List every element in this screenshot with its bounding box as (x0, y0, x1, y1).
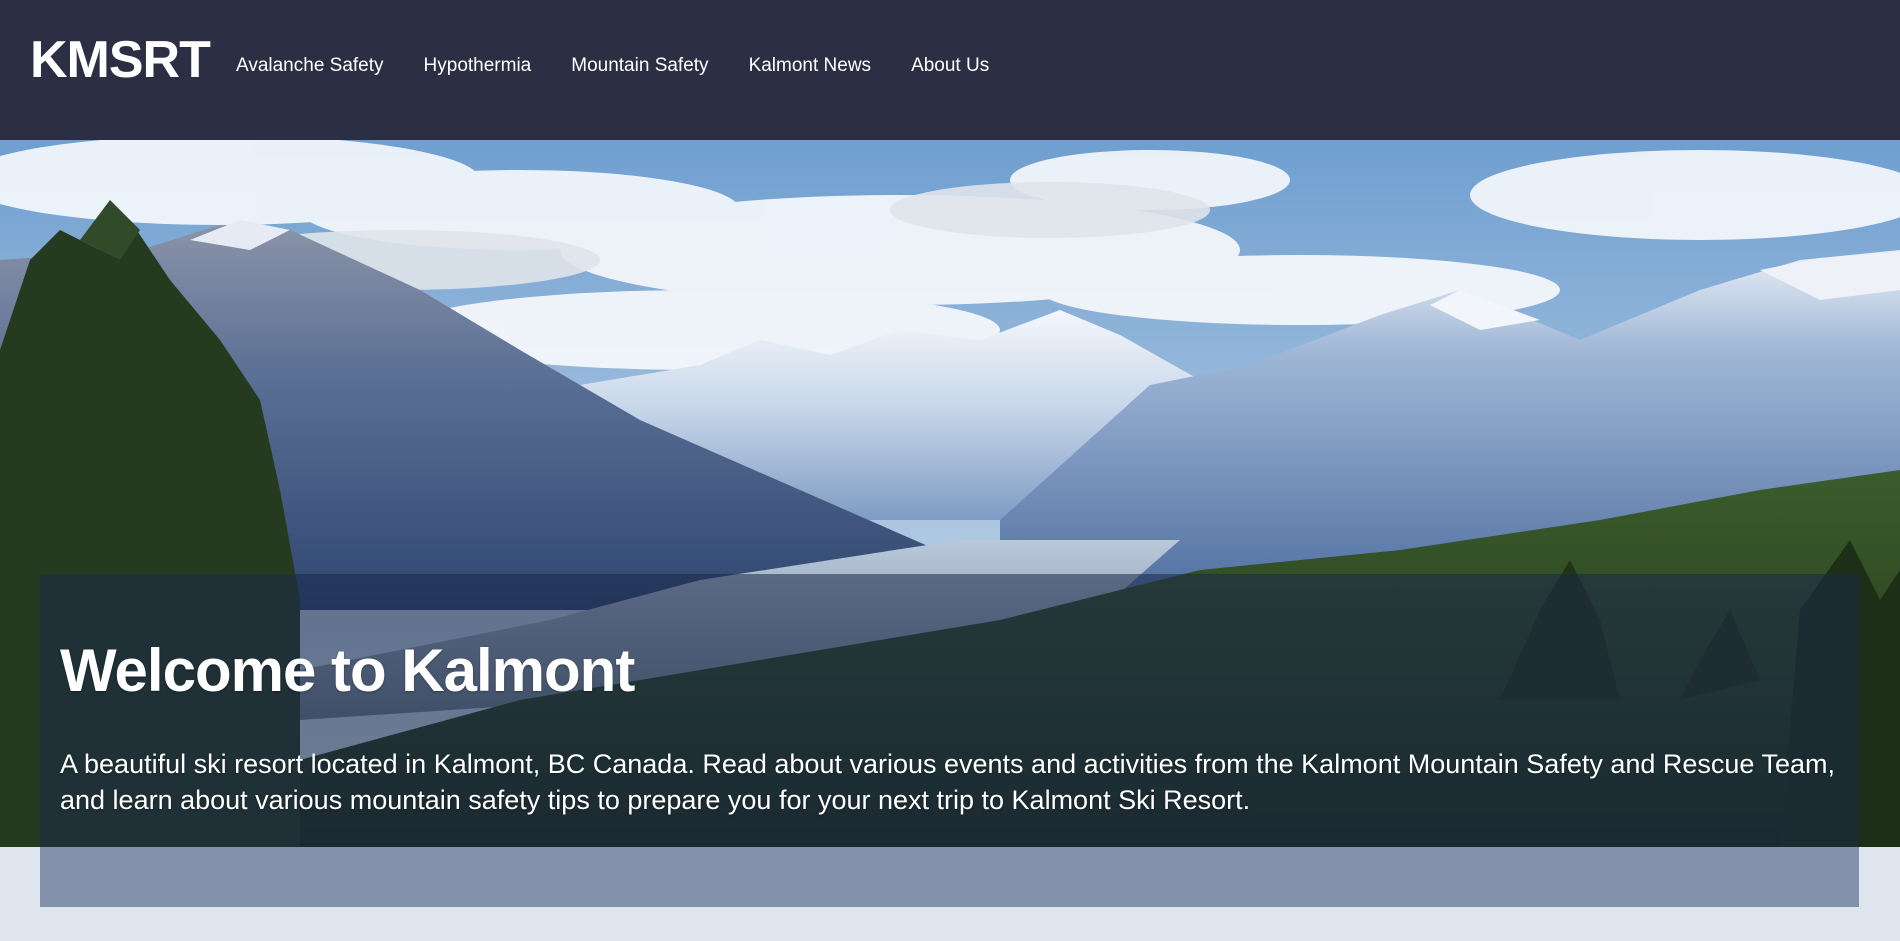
main-nav: Avalanche Safety Hypothermia Mountain Sa… (236, 52, 1029, 80)
nav-link-about-us[interactable]: About Us (911, 52, 989, 80)
hero-panel-footer (40, 847, 1859, 907)
nav-link-mountain-safety[interactable]: Mountain Safety (571, 52, 708, 80)
brand-logo[interactable]: KMSRT (30, 30, 211, 90)
hero-title: Welcome to Kalmont (60, 637, 635, 704)
nav-link-kalmont-news[interactable]: Kalmont News (749, 52, 872, 80)
nav-link-avalanche-safety[interactable]: Avalanche Safety (236, 52, 384, 80)
hero-description: A beautiful ski resort located in Kalmon… (60, 749, 1835, 815)
nav-link-hypothermia[interactable]: Hypothermia (424, 52, 532, 80)
site-header: KMSRT Avalanche Safety Hypothermia Mount… (0, 0, 1900, 140)
